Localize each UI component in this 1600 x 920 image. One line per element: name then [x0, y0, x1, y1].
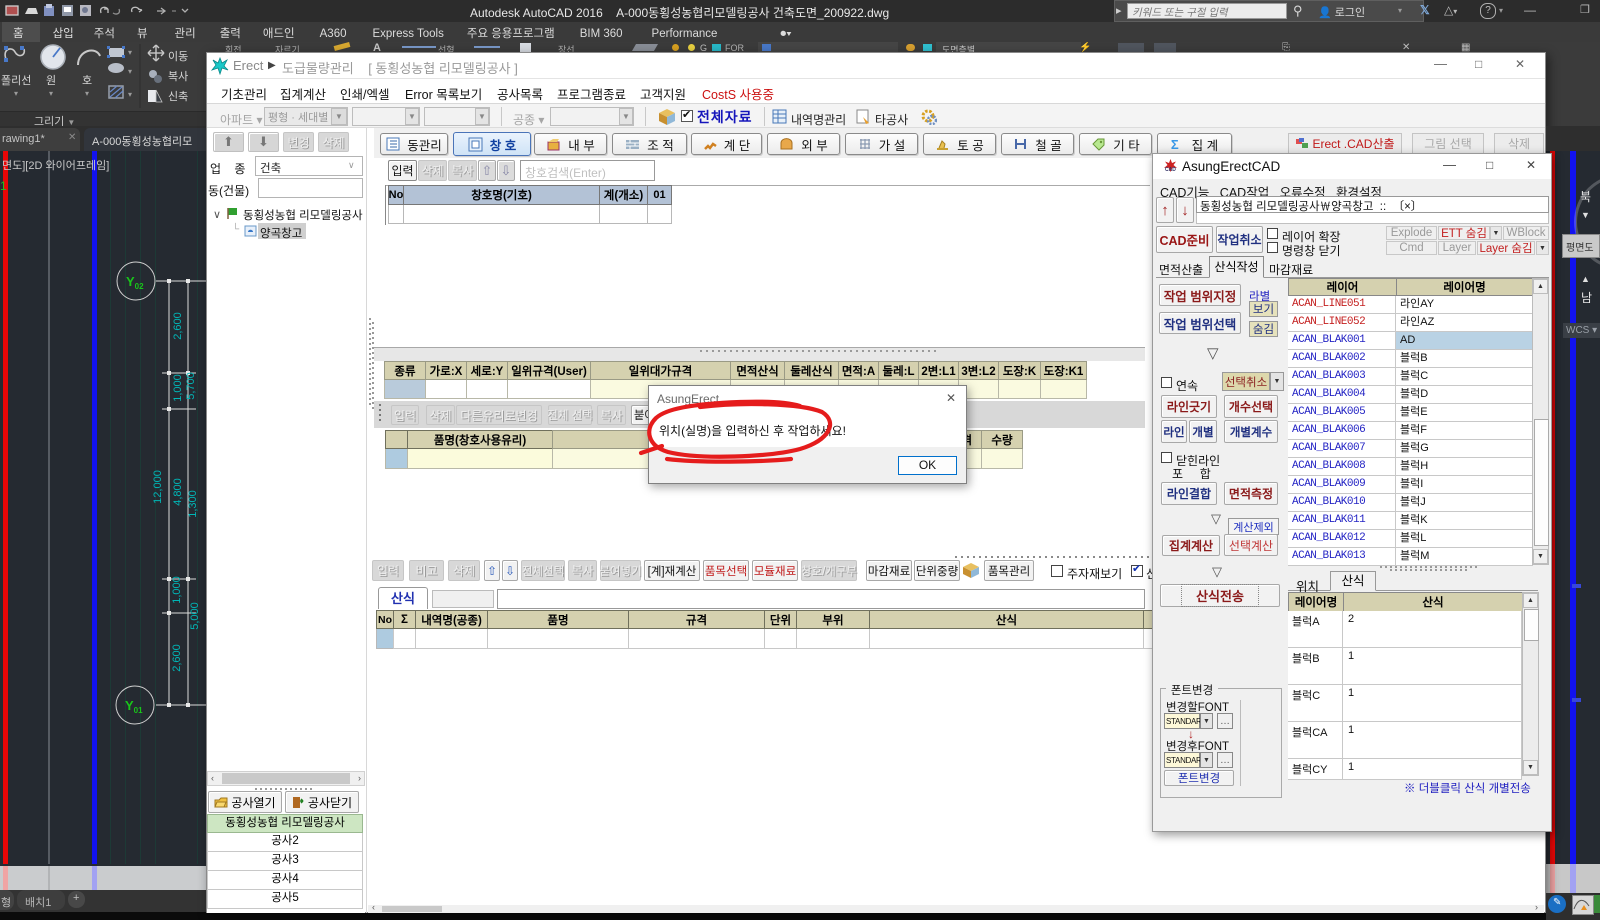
svg-text:원: 원	[46, 74, 56, 87]
svg-text:▾: ▾	[85, 89, 89, 98]
svg-text:▾: ▾	[128, 67, 132, 76]
svg-text:▾: ▾	[128, 48, 132, 57]
svg-text:복사: 복사	[168, 70, 188, 83]
svg-text:▾: ▾	[14, 89, 18, 98]
svg-text:▾: ▾	[49, 89, 53, 98]
svg-text:CAD: CAD	[1165, 167, 1176, 173]
svg-text:Y02: Y02	[126, 274, 144, 291]
svg-text:폴리선: 폴리선	[1, 74, 31, 87]
svg-text:신축: 신축	[168, 90, 188, 103]
svg-text:호: 호	[82, 74, 92, 87]
svg-text:Y01: Y01	[125, 698, 143, 715]
svg-text:▾: ▾	[128, 90, 132, 99]
svg-text:이동: 이동	[168, 50, 188, 63]
